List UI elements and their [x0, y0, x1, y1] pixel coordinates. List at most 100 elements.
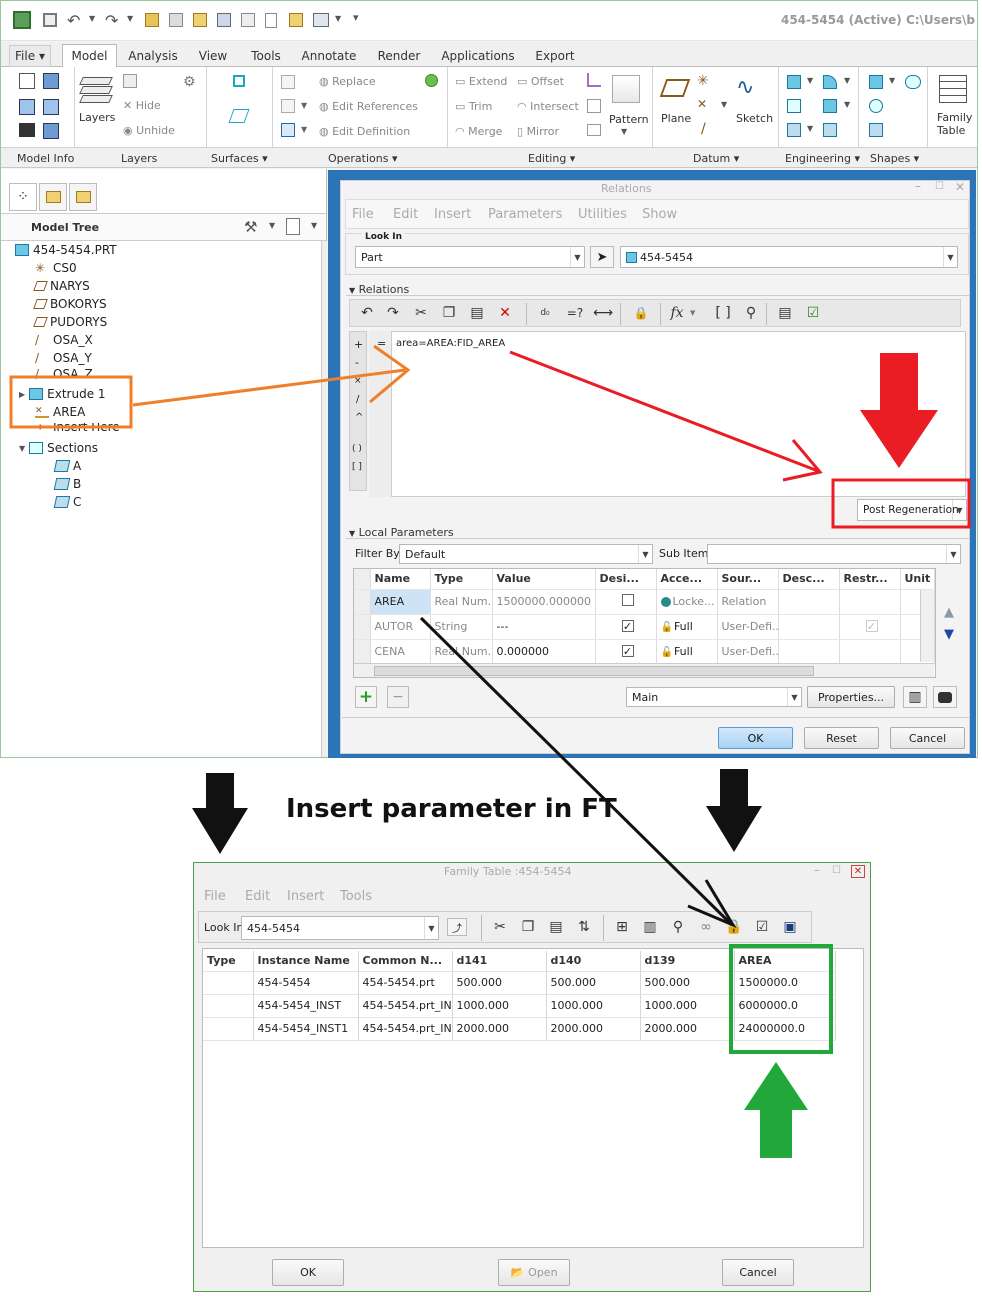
look-in-type-select[interactable]: Part ▼	[355, 246, 585, 268]
delete-icon[interactable]: ✕	[494, 302, 516, 324]
ft-ok-button[interactable]: OK	[272, 1259, 344, 1286]
menu-file[interactable]: File	[352, 207, 374, 222]
op-minus[interactable]: -	[355, 356, 359, 369]
tree-item-section-c[interactable]: C	[53, 495, 81, 509]
extrude-icon[interactable]	[869, 75, 883, 89]
save-icon[interactable]	[217, 13, 231, 27]
insert-function-icon[interactable]: fx	[666, 302, 688, 324]
paste-icon[interactable]: ▤	[466, 302, 488, 324]
sweep-icon[interactable]	[905, 75, 921, 89]
ft-col-instance-name[interactable]: Instance Name	[253, 951, 359, 972]
menu-insert[interactable]: Insert	[434, 207, 471, 222]
solidify-icon[interactable]	[587, 124, 601, 136]
col-type[interactable]: Type	[430, 569, 493, 590]
insert-dimension-icon[interactable]: ⟷	[592, 302, 614, 324]
extrude-dropdown-icon[interactable]: ▼	[889, 76, 895, 85]
ft-copy-icon[interactable]: ❐	[517, 916, 539, 938]
post-regeneration-select[interactable]: Post Regeneration ▼	[857, 499, 967, 521]
extend-button[interactable]: ▭ Extend	[455, 75, 507, 88]
col-name[interactable]: Name	[370, 569, 431, 590]
hole-icon[interactable]	[787, 75, 801, 89]
param-value[interactable]: 0.000000	[492, 639, 596, 665]
tree-settings-dropdown-icon[interactable]: ▼	[269, 221, 275, 230]
regenerate-op-icon[interactable]	[281, 123, 295, 137]
tree-item-area[interactable]: ✕ AREA	[35, 405, 85, 419]
checkbox[interactable]	[621, 594, 634, 606]
ft-lock-icon[interactable]: 🔒	[723, 916, 745, 938]
layers-icon[interactable]	[79, 77, 113, 103]
op-plus[interactable]: +	[354, 338, 363, 351]
col-access[interactable]: Acce...	[656, 569, 718, 590]
cut-icon[interactable]: ✂	[410, 302, 432, 324]
menu-parameters[interactable]: Parameters	[488, 207, 562, 222]
remove-parameter-button[interactable]: −	[387, 686, 409, 708]
chamfer-icon[interactable]	[823, 99, 837, 113]
edit-icon[interactable]	[169, 13, 183, 27]
ft-col-d139[interactable]: d139	[640, 951, 735, 972]
verify-icon[interactable]: 🔒	[630, 302, 652, 324]
insert-parameter-icon[interactable]: [ ]	[712, 302, 734, 324]
ft-cell-area[interactable]: 1500000.0	[734, 971, 836, 995]
look-in-model-select[interactable]: 454-5454 ▼	[620, 246, 958, 268]
tree-scrollbar[interactable]	[321, 241, 327, 757]
new-icon[interactable]	[43, 13, 57, 27]
project-icon[interactable]	[587, 73, 601, 87]
check-relations-icon[interactable]: ☑	[802, 302, 824, 324]
sketch-icon[interactable]: ∿	[736, 75, 766, 101]
op-parentheses[interactable]: ( )	[352, 444, 362, 454]
draft-dropdown-icon[interactable]: ▼	[807, 124, 813, 133]
ft-col-common-name[interactable]: Common N...	[358, 951, 453, 972]
model-tree-tab-icon[interactable]: ⁘	[9, 183, 37, 211]
bill-of-materials-icon[interactable]	[43, 123, 59, 139]
tab-model[interactable]: Model	[62, 44, 117, 67]
table-row[interactable]: CENA Real Num... 0.000000 ✓ 🔓Full User-D…	[354, 639, 935, 665]
open-icon[interactable]	[193, 13, 207, 27]
sketch-label[interactable]: Sketch	[736, 112, 773, 125]
ft-cell-d139[interactable]: 2000.000	[640, 1017, 735, 1041]
ft-menu-edit[interactable]: Edit	[245, 889, 270, 904]
tab-analysis[interactable]: Analysis	[121, 45, 185, 67]
tree-item-insert-here[interactable]: ➜ Insert Here	[35, 423, 120, 434]
collapse-icon[interactable]: ▼	[19, 444, 25, 453]
param-name[interactable]: CENA	[370, 639, 431, 665]
hide-button[interactable]: ✕ Hide	[123, 99, 161, 112]
op-divide[interactable]: /	[356, 394, 359, 405]
ft-cell-instance[interactable]: 454-5454	[253, 971, 359, 995]
plane-label[interactable]: Plane	[661, 112, 691, 125]
table-row[interactable]: 454-5454_INST1 454-5454.prt_IN... 2000.0…	[203, 1017, 836, 1041]
point-dropdown-icon[interactable]: ▼	[721, 100, 727, 109]
param-designate[interactable]	[595, 589, 657, 615]
vertical-scrollbar[interactable]	[920, 590, 934, 662]
col-source[interactable]: Sour...	[717, 569, 779, 590]
regenerate-icon[interactable]	[145, 13, 159, 27]
minimize-icon[interactable]: –	[814, 863, 820, 877]
maximize-icon[interactable]: ☐	[832, 865, 841, 876]
sub-items-select[interactable]: ▼	[707, 544, 961, 564]
edit-references-button[interactable]: ◍ Edit References	[319, 100, 418, 113]
tab-annotate[interactable]: Annotate	[297, 45, 361, 67]
page-icon[interactable]	[265, 13, 277, 28]
windows-icon[interactable]	[313, 13, 329, 27]
ft-col-d141[interactable]: d141	[452, 951, 547, 972]
draft-icon[interactable]	[787, 123, 801, 137]
col-designate[interactable]: Desi...	[595, 569, 657, 590]
ft-cell-area[interactable]: 6000000.0	[734, 994, 836, 1018]
ft-insert-column-icon[interactable]: ▥	[639, 916, 661, 938]
row-header[interactable]	[354, 589, 371, 615]
regenerate-dropdown-icon[interactable]: ▼	[301, 125, 307, 134]
ft-cell-common[interactable]: 454-5454.prt	[358, 971, 453, 995]
replace-button[interactable]: ◍ Replace	[319, 75, 376, 88]
ft-cell-type[interactable]	[203, 994, 254, 1018]
hole-dropdown-icon[interactable]: ▼	[807, 76, 813, 85]
param-designate[interactable]: ✓	[595, 639, 657, 665]
windows-dropdown-icon[interactable]: ▼	[335, 14, 341, 23]
tree-item-part[interactable]: 454-5454.PRT	[15, 243, 117, 257]
table-columns-icon[interactable]: ▥	[903, 686, 927, 708]
op-brackets[interactable]: [ ]	[352, 462, 362, 472]
parameters-icon[interactable]	[43, 73, 59, 89]
revolve-icon[interactable]	[869, 99, 883, 113]
execute-verify-icon[interactable]: ▤	[774, 302, 796, 324]
shell-icon[interactable]	[787, 99, 801, 113]
param-description[interactable]	[778, 639, 840, 665]
op-multiply[interactable]: ×	[354, 376, 362, 386]
